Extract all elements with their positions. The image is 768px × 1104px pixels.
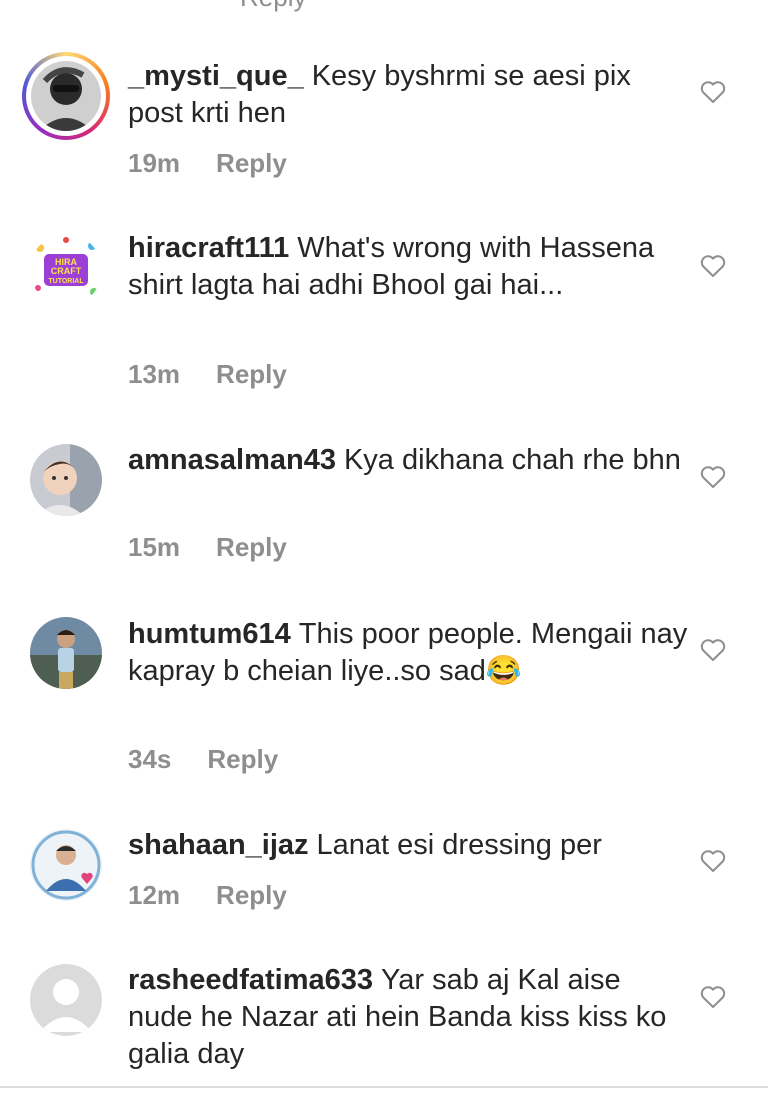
comment-username[interactable]: shahaan_ijaz <box>128 829 309 861</box>
comment-body: humtum614 This poor people. Mengaii nay k… <box>128 616 688 690</box>
comment-body: hiracraft111 What's wrong with Hassena sh… <box>128 230 688 304</box>
comment-timestamp: 19m <box>128 148 181 178</box>
comment-body: amnasalman43 Kya dikhana chah rhe bhn <box>128 442 688 479</box>
comment-username[interactable]: hiracraft111 <box>128 232 289 264</box>
comment-meta: 34s Reply <box>128 744 278 775</box>
comment-username[interactable]: _mysti_que_ <box>128 60 304 92</box>
avatar-photo <box>31 61 101 131</box>
heart-outline-icon[interactable] <box>700 254 726 278</box>
avatar-photo <box>30 829 102 901</box>
comment-body: _mysti_que_ Kesy byshrmi se aesi pix post… <box>128 58 688 132</box>
heart-outline-icon[interactable] <box>700 849 726 873</box>
comment-timestamp: 12m <box>128 880 181 910</box>
default-user-icon <box>30 964 102 1036</box>
heart-outline-icon[interactable] <box>700 985 726 1009</box>
divider <box>0 1086 768 1088</box>
avatar[interactable] <box>30 444 102 516</box>
comment-timestamp: 34s <box>128 744 172 774</box>
comment-username[interactable]: humtum614 <box>128 618 291 650</box>
svg-text:CRAFT: CRAFT <box>51 266 82 276</box>
heart-outline-icon[interactable] <box>700 80 726 104</box>
comment-meta: 13m Reply <box>128 359 287 390</box>
comment-timestamp: 15m <box>128 532 181 562</box>
comment-body: shahaan_ijaz Lanat esi dressing per <box>128 827 688 864</box>
comment-username[interactable]: rasheedfatima633 <box>128 964 373 996</box>
comment-text: Lanat esi dressing per <box>316 829 602 861</box>
comment-meta: 19m Reply <box>128 148 287 179</box>
heart-outline-icon[interactable] <box>700 465 726 489</box>
reply-button[interactable]: Reply <box>216 532 287 563</box>
avatar[interactable] <box>30 617 102 689</box>
avatar-photo <box>30 617 102 689</box>
avatar[interactable] <box>30 829 102 901</box>
avatar-logo: HIRA CRAFT TUTORIAL <box>30 234 102 306</box>
reply-button[interactable]: Reply <box>216 880 287 911</box>
comment-meta: 12m Reply <box>128 880 287 911</box>
comment-timestamp: 13m <box>128 359 181 389</box>
avatar-photo <box>30 444 102 516</box>
avatar[interactable] <box>22 52 110 140</box>
reply-button[interactable]: Reply <box>216 148 287 179</box>
avatar[interactable]: HIRA CRAFT TUTORIAL <box>30 234 102 306</box>
reply-button[interactable]: Reply <box>207 744 278 775</box>
avatar[interactable] <box>30 964 102 1036</box>
comment-username[interactable]: amnasalman43 <box>128 444 336 476</box>
comment-meta: 15m Reply <box>128 532 287 563</box>
comment-text: Kya dikhana chah rhe bhn <box>343 444 681 476</box>
heart-outline-icon[interactable] <box>700 638 726 662</box>
reply-button[interactable]: Reply <box>216 359 287 390</box>
comment-body: rasheedfatima633 Yar sab aj Kal aise nude… <box>128 962 688 1073</box>
svg-text:TUTORIAL: TUTORIAL <box>48 278 84 285</box>
previous-comment-reply-button[interactable]: Reply <box>240 0 306 13</box>
